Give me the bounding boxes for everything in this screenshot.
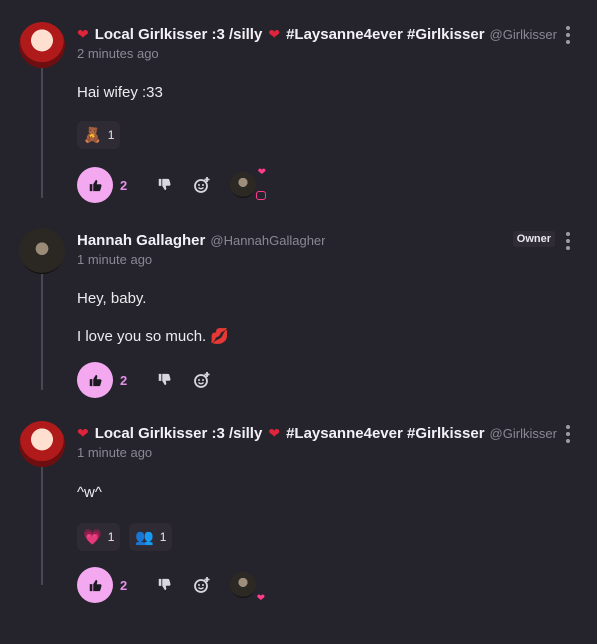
heart-reaction-icon: 💗 <box>83 529 102 546</box>
thumbs-up-icon <box>89 374 102 387</box>
author-hashtags: #Laysanne4ever #Girlkisser <box>286 424 485 442</box>
reaction-count: 1 <box>159 530 167 544</box>
author-name[interactable]: Hannah Gallagher <box>77 232 205 249</box>
like-button[interactable] <box>77 167 113 203</box>
reaction-chip[interactable]: 👥 1 <box>129 523 173 551</box>
dislike-button[interactable] <box>150 366 178 394</box>
comment-actions: 2 ❤ <box>77 167 266 203</box>
avatar[interactable] <box>19 421 65 467</box>
author-handle[interactable]: @Girlkisser <box>490 27 557 42</box>
more-options-icon[interactable] <box>565 26 571 44</box>
comment: ❤ Local Girlkisser :3 /silly ❤ #Laysanne… <box>0 421 597 611</box>
like-button[interactable] <box>77 567 113 603</box>
chat-icon <box>256 191 266 200</box>
avatar[interactable] <box>19 228 65 274</box>
thumbs-down-icon <box>158 178 171 191</box>
more-options-icon[interactable] <box>565 425 571 443</box>
author-hashtags: #Laysanne4ever #Girlkisser <box>286 25 485 43</box>
reaction-chip[interactable]: 🧸 1 <box>77 121 121 149</box>
thumbs-down-icon <box>158 373 171 386</box>
heart-icon: ❤ <box>268 424 281 441</box>
reaction-count: 1 <box>107 128 115 142</box>
reaction-chip[interactable]: 💗 1 <box>77 523 121 551</box>
like-count: 2 <box>120 372 128 388</box>
like-count: 2 <box>120 177 128 193</box>
add-reaction-button[interactable] <box>188 366 216 394</box>
like-count: 2 <box>120 577 128 593</box>
author-name[interactable]: Local Girlkisser :3 /silly <box>95 26 263 43</box>
thumbs-up-icon <box>89 179 102 192</box>
heart-icon: ❤ <box>257 167 266 178</box>
add-emoji-icon <box>194 372 210 388</box>
author-handle[interactable]: @HannahGallagher <box>210 233 325 248</box>
comment-text: I love you so much. 💋 <box>77 328 230 345</box>
people-hugging-icon: 👥 <box>135 529 154 546</box>
timestamp[interactable]: 1 minute ago <box>77 445 152 460</box>
creator-reaction-avatar[interactable]: ❤ <box>230 167 266 200</box>
comment-text: Hai wifey :33 <box>77 84 163 101</box>
comment-text: ^w^ <box>77 484 102 501</box>
comment-actions: 2 ❤ <box>77 567 265 604</box>
dislike-button[interactable] <box>150 171 178 199</box>
author-handle[interactable]: @Girlkisser <box>490 426 557 441</box>
avatar[interactable] <box>19 22 65 68</box>
reaction-count: 1 <box>107 530 115 544</box>
owner-badge: Owner <box>512 231 555 247</box>
author-row: ❤ Local Girlkisser :3 /silly ❤ #Laysanne… <box>77 421 557 445</box>
comment: Hannah Gallagher @HannahGallagher Owner … <box>0 228 597 403</box>
add-emoji-icon <box>194 177 210 193</box>
teddy-bear-icon: 🧸 <box>83 127 102 144</box>
comment: ❤ Local Girlkisser :3 /silly ❤ #Laysanne… <box>0 22 597 203</box>
author-name[interactable]: Local Girlkisser :3 /silly <box>95 425 263 442</box>
comment-text: Hey, baby. <box>77 290 147 307</box>
timestamp[interactable]: 2 minutes ago <box>77 46 159 61</box>
heart-icon: ❤ <box>77 424 89 441</box>
more-options-icon[interactable] <box>565 232 571 250</box>
author-row: Hannah Gallagher @HannahGallagher <box>77 228 507 252</box>
heart-icon: ❤ <box>77 25 89 42</box>
add-reaction-button[interactable] <box>188 171 216 199</box>
heart-icon: ❤ <box>256 593 265 604</box>
thumbs-down-icon <box>158 578 171 591</box>
heart-icon: ❤ <box>268 25 281 42</box>
dislike-button[interactable] <box>150 571 178 599</box>
timestamp[interactable]: 1 minute ago <box>77 252 152 267</box>
creator-heart-avatar[interactable]: ❤ <box>230 572 265 604</box>
comment-actions: 2 <box>77 362 226 398</box>
like-button[interactable] <box>77 362 113 398</box>
author-row: ❤ Local Girlkisser :3 /silly ❤ #Laysanne… <box>77 22 557 46</box>
add-reaction-button[interactable] <box>188 571 216 599</box>
add-emoji-icon <box>194 577 210 593</box>
thumbs-up-icon <box>89 579 102 592</box>
